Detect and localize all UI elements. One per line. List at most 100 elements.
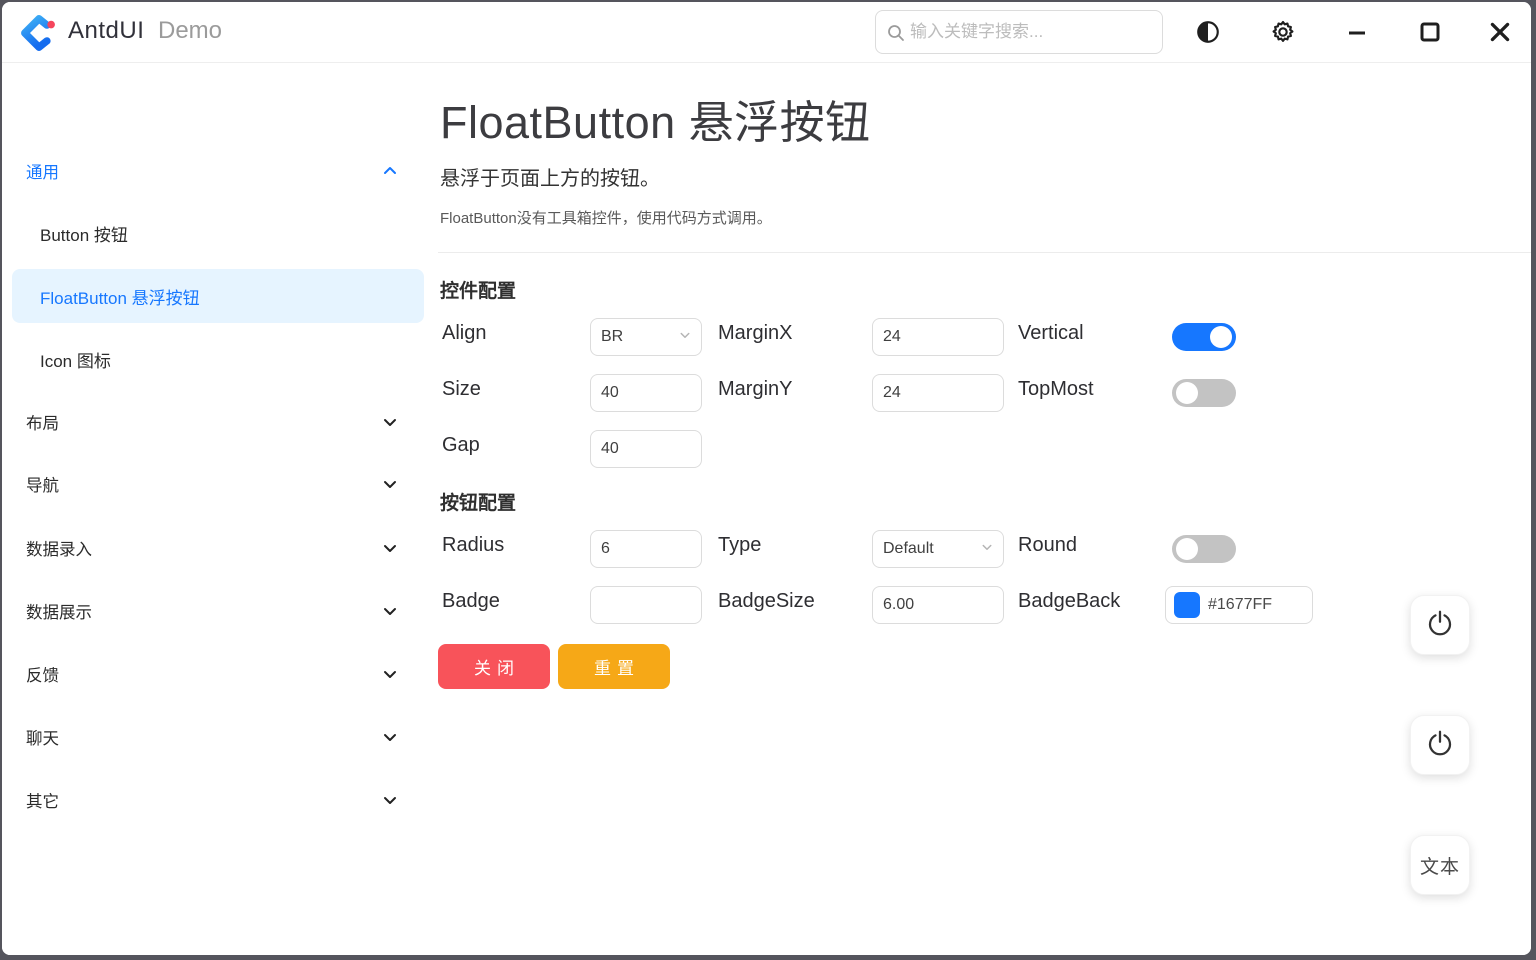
badgesize-label: BadgeSize (718, 590, 815, 613)
type-select-value: Default (883, 540, 934, 558)
sidebar-group-data-display[interactable]: 数据展示 (12, 584, 424, 638)
badgeback-value: #1677FF (1208, 596, 1272, 614)
size-input[interactable] (590, 374, 702, 412)
chevron-down-icon (382, 540, 398, 556)
page-description: FloatButton没有工具箱控件，使用代码方式调用。 (440, 207, 772, 228)
gap-label: Gap (442, 434, 480, 457)
search-box[interactable] (875, 10, 1163, 54)
reset-button[interactable]: 重置 (558, 644, 670, 689)
sidebar-item-button[interactable]: Button 按钮 (12, 206, 424, 260)
sidebar-group-label: 其它 (26, 788, 59, 812)
page-subtitle: 悬浮于页面上方的按钮。 (440, 162, 660, 191)
float-button-power-1[interactable] (1410, 595, 1470, 655)
round-label: Round (1018, 534, 1077, 557)
power-icon (1425, 728, 1455, 763)
page-title: FloatButton 悬浮按钮 (440, 86, 871, 151)
sidebar: 通用 Button 按钮 FloatButton 悬浮按钮 Icon 图标 布局… (2, 64, 430, 955)
sidebar-item-floatbutton[interactable]: FloatButton 悬浮按钮 (12, 269, 424, 323)
content-divider (438, 252, 1531, 253)
maximize-icon (1418, 20, 1442, 47)
toggle-knob (1210, 326, 1232, 348)
minimize-button[interactable] (1339, 15, 1375, 51)
form-row: Size MarginY TopMost (438, 374, 1531, 412)
half-circle-theme-icon (1195, 19, 1221, 48)
marginy-label: MarginY (718, 378, 792, 401)
topmost-toggle[interactable] (1172, 379, 1236, 407)
gap-input[interactable] (590, 430, 702, 468)
chevron-down-icon (382, 666, 398, 682)
float-button-text[interactable]: 文本 (1410, 835, 1470, 895)
sidebar-group-label: 通用 (26, 159, 59, 183)
vertical-toggle[interactable] (1172, 323, 1236, 351)
close-icon (1487, 19, 1513, 48)
align-select[interactable]: BR (590, 318, 702, 356)
maximize-button[interactable] (1412, 15, 1448, 51)
titlebar: AntdUI Demo (2, 2, 1531, 63)
gear-icon (1270, 19, 1296, 48)
sidebar-item-label: FloatButton 悬浮按钮 (40, 284, 200, 309)
power-icon (1425, 608, 1455, 643)
sidebar-group-other[interactable]: 其它 (12, 773, 424, 827)
marginx-input[interactable] (872, 318, 1004, 356)
size-label: Size (442, 378, 481, 401)
marginy-input[interactable] (872, 374, 1004, 412)
float-button-power-2[interactable] (1410, 715, 1470, 775)
form-row: Radius Type Default Round (438, 530, 1531, 568)
topmost-label: TopMost (1018, 378, 1094, 401)
sidebar-group-layout[interactable]: 布局 (12, 395, 424, 449)
search-input[interactable] (910, 12, 1154, 52)
badgeback-color-input[interactable]: #1677FF (1165, 586, 1313, 624)
form-row: Align BR MarginX Vertical (438, 318, 1531, 356)
app-subtitle: Demo (158, 17, 222, 45)
sidebar-group-label: 导航 (26, 472, 59, 496)
sidebar-item-icon[interactable]: Icon 图标 (12, 332, 424, 386)
sidebar-group-label: 反馈 (26, 662, 59, 686)
float-button-text-label: 文本 (1420, 852, 1460, 879)
app-logo-icon (20, 14, 58, 52)
theme-toggle-button[interactable] (1190, 15, 1226, 51)
badge-label: Badge (442, 590, 500, 613)
sidebar-item-label: Button 按钮 (40, 221, 128, 246)
settings-button[interactable] (1265, 15, 1301, 51)
badgeback-label: BadgeBack (1018, 590, 1120, 613)
section-heading-button-config: 按钮配置 (440, 488, 516, 515)
search-icon (886, 23, 906, 43)
sidebar-group-label: 数据录入 (26, 536, 92, 560)
main-content: FloatButton 悬浮按钮 悬浮于页面上方的按钮。 FloatButton… (438, 64, 1531, 955)
sidebar-group-navigation[interactable]: 导航 (12, 457, 424, 511)
marginx-label: MarginX (718, 322, 792, 345)
sidebar-group-label: 数据展示 (26, 599, 92, 623)
toggle-knob (1176, 538, 1198, 560)
sidebar-group-label: 布局 (26, 410, 59, 434)
color-swatch[interactable] (1174, 592, 1200, 618)
toggle-knob (1176, 382, 1198, 404)
round-toggle[interactable] (1172, 535, 1236, 563)
chevron-down-icon (382, 414, 398, 430)
form-row: Badge BadgeSize BadgeBack #1677FF (438, 586, 1531, 624)
close-button[interactable] (1482, 15, 1518, 51)
sidebar-group-data-entry[interactable]: 数据录入 (12, 521, 424, 575)
chevron-down-icon (382, 603, 398, 619)
radius-label: Radius (442, 534, 504, 557)
chevron-down-icon (679, 328, 691, 346)
app-window: AntdUI Demo (2, 2, 1531, 955)
sidebar-group-general[interactable]: 通用 (12, 144, 424, 198)
chevron-down-icon (981, 540, 993, 558)
vertical-label: Vertical (1018, 322, 1084, 345)
sidebar-item-label: Icon 图标 (40, 347, 111, 372)
type-label: Type (718, 534, 761, 557)
chevron-down-icon (382, 792, 398, 808)
close-demo-button[interactable]: 关闭 (438, 644, 550, 689)
type-select[interactable]: Default (872, 530, 1004, 568)
app-title: AntdUI (68, 17, 144, 45)
badge-input[interactable] (590, 586, 702, 624)
sidebar-group-feedback[interactable]: 反馈 (12, 647, 424, 701)
sidebar-group-label: 聊天 (26, 725, 59, 749)
sidebar-group-chat[interactable]: 聊天 (12, 710, 424, 764)
minimize-icon (1345, 20, 1369, 47)
radius-input[interactable] (590, 530, 702, 568)
chevron-down-icon (382, 729, 398, 745)
badgesize-input[interactable] (872, 586, 1004, 624)
section-heading-control-config: 控件配置 (440, 276, 516, 303)
align-label: Align (442, 322, 486, 345)
